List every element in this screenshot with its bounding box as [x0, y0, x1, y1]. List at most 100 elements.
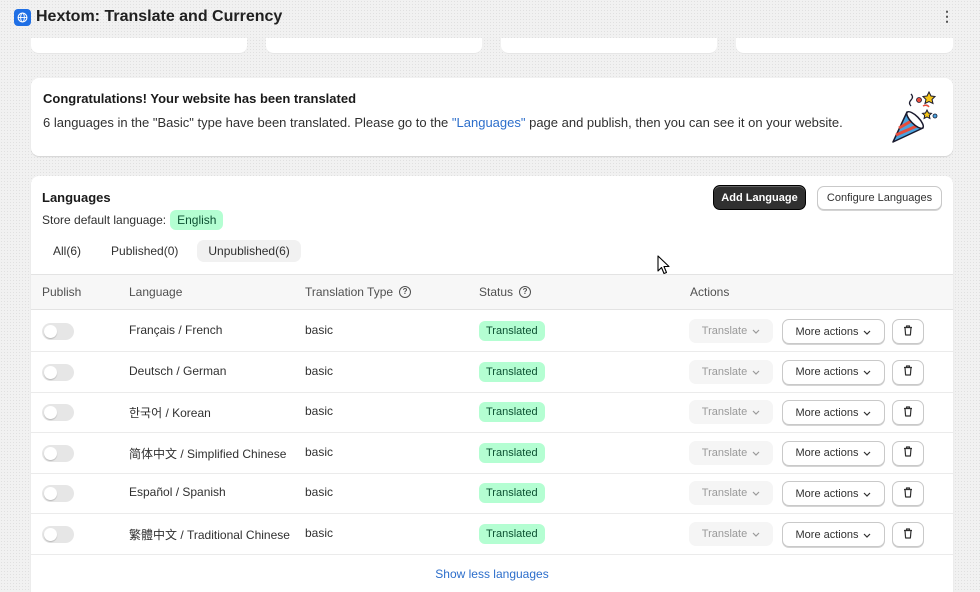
languages-title: Languages [42, 190, 111, 205]
banner-text-end: page and publish, then you can see it on… [525, 115, 843, 130]
help-icon[interactable]: ? [399, 286, 412, 298]
translate-button-label: Translate [701, 487, 748, 500]
language-name: Français / French [129, 323, 223, 337]
more-actions-button[interactable]: More actions [782, 481, 885, 507]
publish-toggle[interactable] [42, 363, 74, 381]
default-language: Store default language: English [42, 210, 224, 230]
banner-title: Congratulations! Your website has been t… [43, 91, 357, 106]
more-actions-button[interactable]: More actions [782, 400, 885, 426]
party-popper-icon [889, 86, 941, 146]
summary-card-stub [736, 38, 953, 54]
chevron-down-icon [863, 366, 871, 378]
delete-button[interactable] [892, 522, 924, 547]
delete-button[interactable] [892, 319, 924, 344]
show-less-languages-link[interactable]: Show less languages [31, 567, 953, 581]
translate-button-label: Translate [701, 365, 748, 378]
translation-type: basic [305, 444, 334, 459]
chevron-down-icon [863, 447, 871, 459]
summary-card-stub [31, 38, 247, 54]
more-actions-button[interactable]: More actions [782, 522, 885, 547]
trash-icon [903, 365, 913, 379]
chevron-down-icon [752, 366, 760, 378]
language-name: 繁體中文 / Traditional Chinese [129, 528, 290, 542]
trash-icon [903, 446, 913, 460]
more-actions-label: More actions [795, 325, 859, 338]
tab-all[interactable]: All(6) [42, 240, 92, 262]
more-actions-button[interactable]: More actions [782, 440, 885, 466]
banner-text-start: 6 languages in the "Basic" type have bee… [43, 115, 452, 130]
column-status: Status? [479, 285, 532, 299]
delete-button[interactable] [892, 359, 924, 385]
translate-button[interactable]: Translate [689, 359, 773, 384]
translate-button-label: Translate [701, 446, 748, 459]
help-icon[interactable]: ? [519, 286, 532, 298]
translate-button[interactable]: Translate [689, 400, 773, 425]
translate-button-label: Translate [701, 325, 748, 337]
translation-type: basic [305, 404, 334, 419]
publish-toggle[interactable] [42, 485, 74, 503]
app-header: Hextom: Translate and Currency ⋮ [0, 0, 980, 34]
chevron-down-icon [752, 447, 760, 459]
language-name: Deutsch / German [129, 363, 227, 378]
app-title: Hextom: Translate and Currency [36, 8, 283, 25]
translate-button[interactable]: Translate [689, 481, 773, 506]
publish-toggle[interactable] [42, 323, 74, 340]
delete-button[interactable] [892, 481, 924, 507]
status-badge: Translated [479, 442, 545, 463]
translation-type: basic [305, 485, 334, 500]
more-actions-button[interactable]: More actions [782, 319, 885, 344]
success-banner: Congratulations! Your website has been t… [31, 78, 953, 156]
chevron-down-icon [863, 488, 871, 500]
table-row: 繁體中文 / Traditional Chinese basic Translate… [31, 514, 953, 555]
default-language-badge: English [170, 210, 224, 230]
chevron-down-icon [863, 326, 871, 338]
publish-toggle[interactable] [42, 526, 74, 543]
column-actions: Actions [690, 285, 730, 299]
status-badge: Translated [479, 524, 545, 544]
table-row: Deutsch / German basic Translated Translate… [31, 352, 953, 393]
tab-unpublished[interactable]: Unpublished(6) [197, 240, 301, 262]
status-badge: Translated [479, 402, 545, 423]
delete-button[interactable] [892, 400, 924, 426]
chevron-down-icon [752, 528, 760, 540]
add-language-button[interactable]: Add Language [713, 185, 806, 210]
summary-card-stub [501, 38, 717, 54]
publish-toggle[interactable] [42, 404, 74, 422]
column-status-label: Status [479, 285, 514, 299]
chevron-down-icon [752, 487, 760, 499]
translation-type: basic [305, 363, 334, 378]
column-language: Language [129, 285, 183, 299]
column-translation-type-label: Translation Type [305, 285, 394, 299]
table-header: Publish Language Translation Type? Statu… [31, 274, 953, 310]
summary-card-stub [266, 38, 482, 54]
delete-button[interactable] [892, 440, 924, 466]
status-badge: Translated [479, 321, 545, 341]
more-actions-button[interactable]: More actions [782, 359, 885, 385]
default-language-label: Store default language: [42, 213, 167, 227]
table-row: Español / Spanish basic Translated Translat… [31, 473, 953, 515]
more-actions-label: More actions [795, 487, 859, 500]
chevron-down-icon [752, 325, 760, 337]
chevron-down-icon [863, 529, 871, 541]
trash-icon [903, 406, 913, 420]
translate-button[interactable]: Translate [689, 522, 773, 546]
translate-button[interactable]: Translate [689, 319, 773, 343]
column-publish: Publish [42, 285, 82, 299]
kebab-menu-icon[interactable]: ⋮ [940, 9, 954, 23]
chevron-down-icon [752, 406, 760, 418]
banner-text: 6 languages in the "Basic" type have bee… [43, 115, 941, 130]
trash-icon [903, 324, 913, 339]
table-row: 简体中文 / Simplified Chinese basic Translated… [31, 433, 953, 474]
language-name: 한국어 / Korean [129, 406, 211, 421]
languages-page-link[interactable]: "Languages" [452, 115, 526, 130]
configure-languages-button[interactable]: Configure Languages [817, 186, 942, 210]
trash-icon [903, 487, 913, 501]
more-actions-label: More actions [795, 447, 859, 460]
translate-button[interactable]: Translate [689, 440, 773, 465]
status-badge: Translated [479, 483, 545, 504]
publish-toggle[interactable] [42, 444, 74, 462]
globe-icon [14, 8, 31, 26]
more-actions-label: More actions [795, 366, 859, 379]
tab-published[interactable]: Published(0) [100, 240, 189, 262]
column-translation-type: Translation Type? [305, 285, 412, 299]
